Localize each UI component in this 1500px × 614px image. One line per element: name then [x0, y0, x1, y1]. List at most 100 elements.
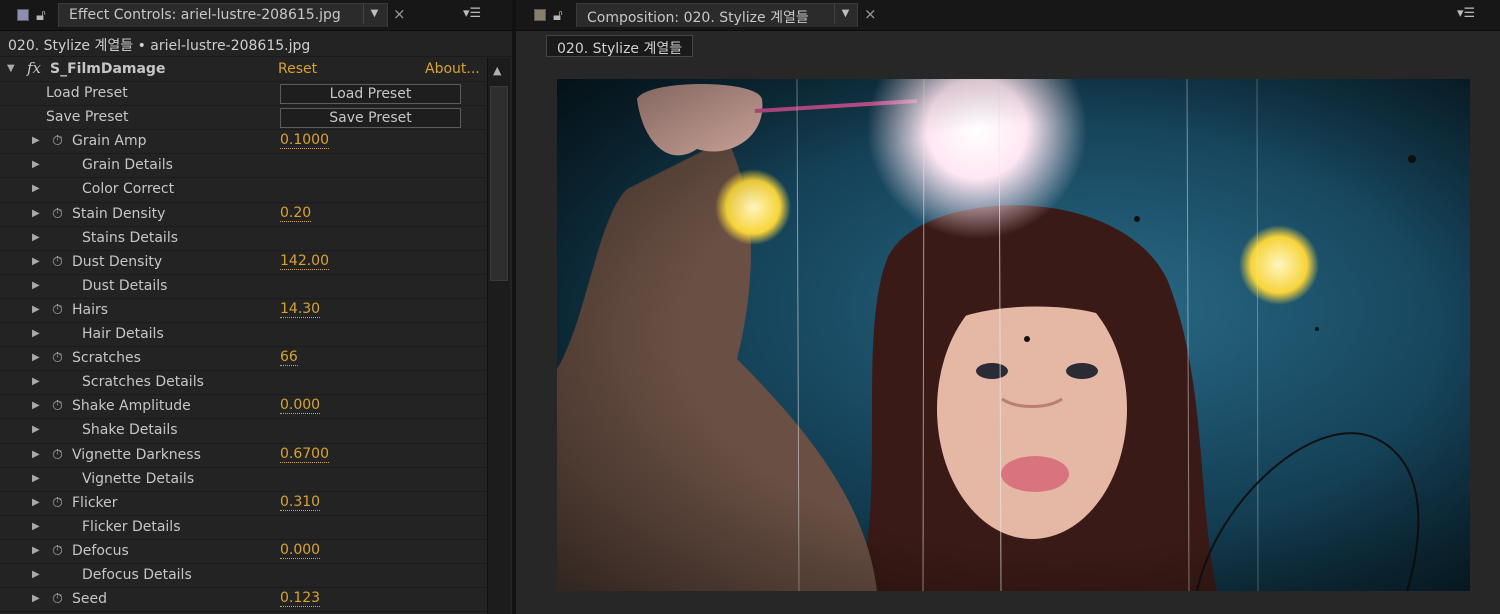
fx-icon[interactable]: fx [27, 59, 41, 77]
panel-menu-icon[interactable]: ▾☰ [1457, 6, 1475, 21]
twirl-right-icon[interactable]: ▶ [32, 328, 40, 339]
load-preset-button[interactable]: Load Preset [280, 84, 461, 105]
twirl-right-icon[interactable]: ▶ [32, 424, 40, 435]
property-label: Scratches [72, 350, 141, 367]
scrollbar[interactable]: ▲ [487, 58, 510, 614]
twirl-right-icon[interactable]: ▶ [32, 376, 40, 387]
property-value[interactable]: 14.30 [280, 301, 321, 318]
stopwatch-icon[interactable]: ⏱ [52, 591, 63, 607]
stopwatch-icon[interactable]: ⏱ [52, 398, 63, 414]
stopwatch-icon[interactable]: ⏱ [52, 206, 63, 222]
panel-color-swatch [534, 9, 546, 21]
stopwatch-icon[interactable]: ⏱ [52, 302, 63, 318]
tab-effect-controls-label: Effect Controls: ariel-lustre-208615.jpg [69, 7, 341, 23]
property-value[interactable]: 0.310 [280, 494, 321, 511]
about-link[interactable]: About... [425, 61, 480, 77]
twirl-right-icon[interactable]: ▶ [32, 449, 40, 460]
close-icon[interactable]: × [393, 5, 406, 23]
property-label: Grain Amp [72, 133, 147, 150]
property-value[interactable]: 66 [280, 350, 298, 367]
stopwatch-icon[interactable]: ⏱ [52, 543, 63, 559]
twirl-down-icon[interactable]: ▼ [7, 63, 15, 74]
twirl-right-icon[interactable]: ▶ [32, 521, 40, 532]
property-row-color-correct[interactable]: ▶ Color Correct [0, 178, 486, 203]
tab-composition-label: Composition: 020. Stylize 계열들 [587, 10, 809, 26]
property-row-defocus[interactable]: ▶ Defocus ⏱ 0.000 [0, 540, 486, 564]
property-row-flicker-details[interactable]: ▶ Flicker Details [0, 516, 486, 540]
property-row-shake-details[interactable]: ▶ Shake Details [0, 419, 486, 444]
twirl-right-icon[interactable]: ▶ [32, 256, 40, 267]
property-value[interactable]: 0.000 [280, 542, 321, 559]
stopwatch-icon[interactable]: ⏱ [52, 495, 63, 511]
load-preset-row: Load Preset Load Preset [0, 82, 486, 107]
property-row-dust-details[interactable]: ▶ Dust Details [0, 275, 486, 299]
property-label: Stains Details [82, 229, 178, 246]
property-row-grain-amp[interactable]: ▶ Grain Amp ⏱ 0.1000 [0, 130, 486, 155]
twirl-right-icon[interactable]: ▶ [32, 232, 40, 243]
property-row-stain-density[interactable]: ▶ Stain Density ⏱ 0.20 [0, 203, 486, 227]
twirl-right-icon[interactable]: ▶ [32, 159, 40, 170]
property-row-grain-details[interactable]: ▶ Grain Details [0, 154, 486, 179]
close-icon[interactable]: × [864, 5, 877, 23]
panel-menu-icon[interactable]: ▾☰ [463, 6, 481, 21]
scrollbar-thumb[interactable] [490, 86, 508, 281]
property-row-scratches[interactable]: ▶ Scratches ⏱ 66 [0, 347, 486, 372]
property-row-vignette-darkness[interactable]: ▶ Vignette Darkness ⏱ 0.6700 [0, 444, 486, 468]
twirl-right-icon[interactable]: ▶ [32, 569, 40, 580]
effect-name: S_FilmDamage [50, 61, 166, 77]
property-row-hair-details[interactable]: ▶ Hair Details [0, 323, 486, 348]
property-value[interactable]: 0.1000 [280, 133, 329, 150]
twirl-right-icon[interactable]: ▶ [32, 400, 40, 411]
effect-controls-tabbar: 🔓︎ Effect Controls: ariel-lustre-208615.… [0, 0, 512, 31]
effect-properties-list: ▼ fx S_FilmDamage Reset About... Load Pr… [0, 58, 486, 614]
twirl-right-icon[interactable]: ▶ [32, 183, 40, 194]
tab-effect-controls[interactable]: Effect Controls: ariel-lustre-208615.jpg [58, 3, 388, 27]
save-preset-button[interactable]: Save Preset [280, 108, 461, 129]
viewer-image [557, 79, 1470, 591]
property-label: Flicker [72, 494, 118, 511]
twirl-right-icon[interactable]: ▶ [32, 593, 40, 604]
property-value[interactable]: 0.000 [280, 398, 321, 415]
twirl-right-icon[interactable]: ▶ [32, 304, 40, 315]
property-row-stains-details[interactable]: ▶ Stains Details [0, 227, 486, 251]
property-row-dust-density[interactable]: ▶ Dust Density ⏱ 142.00 [0, 251, 486, 275]
twirl-right-icon[interactable]: ▶ [32, 208, 40, 219]
property-value[interactable]: 0.123 [280, 591, 321, 608]
effect-controls-panel: 🔓︎ Effect Controls: ariel-lustre-208615.… [0, 0, 512, 614]
composition-viewer[interactable] [557, 79, 1470, 591]
twirl-right-icon[interactable]: ▶ [32, 473, 40, 484]
property-value[interactable]: 0.20 [280, 205, 312, 222]
property-row-hairs[interactable]: ▶ Hairs ⏱ 14.30 [0, 299, 486, 324]
property-row-shake-amplitude[interactable]: ▶ Shake Amplitude ⏱ 0.000 [0, 395, 486, 420]
tab-composition[interactable]: Composition: 020. Stylize 계열들 [576, 3, 858, 27]
effect-header-row[interactable]: ▼ fx S_FilmDamage Reset About... [0, 58, 486, 83]
reset-link[interactable]: Reset [278, 61, 317, 77]
twirl-right-icon[interactable]: ▶ [32, 135, 40, 146]
property-row-scratches-details[interactable]: ▶ Scratches Details [0, 371, 486, 396]
stopwatch-icon[interactable]: ⏱ [52, 254, 63, 270]
property-label: Dust Details [82, 277, 168, 294]
lock-icon[interactable]: 🔓︎ [36, 6, 46, 24]
property-label: Shake Amplitude [72, 398, 191, 415]
property-value[interactable]: 0.6700 [280, 446, 329, 463]
property-value[interactable]: 142.00 [280, 253, 329, 270]
stopwatch-icon[interactable]: ⏱ [52, 447, 63, 463]
twirl-right-icon[interactable]: ▶ [32, 497, 40, 508]
scroll-up-arrow-icon[interactable]: ▲ [493, 64, 501, 77]
chevron-down-icon[interactable]: ▼ [363, 4, 385, 24]
composition-subtab[interactable]: 020. Stylize 계열들 [546, 35, 694, 57]
property-label: Stain Density [72, 205, 166, 222]
stopwatch-icon[interactable]: ⏱ [52, 350, 63, 366]
twirl-right-icon[interactable]: ▶ [32, 280, 40, 291]
lock-icon[interactable]: 🔓︎ [553, 6, 563, 24]
property-row-vignette-details[interactable]: ▶ Vignette Details [0, 468, 486, 492]
property-row-flicker[interactable]: ▶ Flicker ⏱ 0.310 [0, 492, 486, 516]
property-label: Dust Density [72, 253, 163, 270]
stopwatch-icon[interactable]: ⏱ [52, 133, 63, 149]
chevron-down-icon[interactable]: ▼ [834, 4, 856, 24]
property-row-defocus-details[interactable]: ▶ Defocus Details [0, 564, 486, 589]
twirl-right-icon[interactable]: ▶ [32, 545, 40, 556]
property-row-seed[interactable]: ▶ Seed ⏱ 0.123 [0, 588, 486, 613]
twirl-right-icon[interactable]: ▶ [32, 352, 40, 363]
property-label: Shake Details [82, 422, 178, 439]
